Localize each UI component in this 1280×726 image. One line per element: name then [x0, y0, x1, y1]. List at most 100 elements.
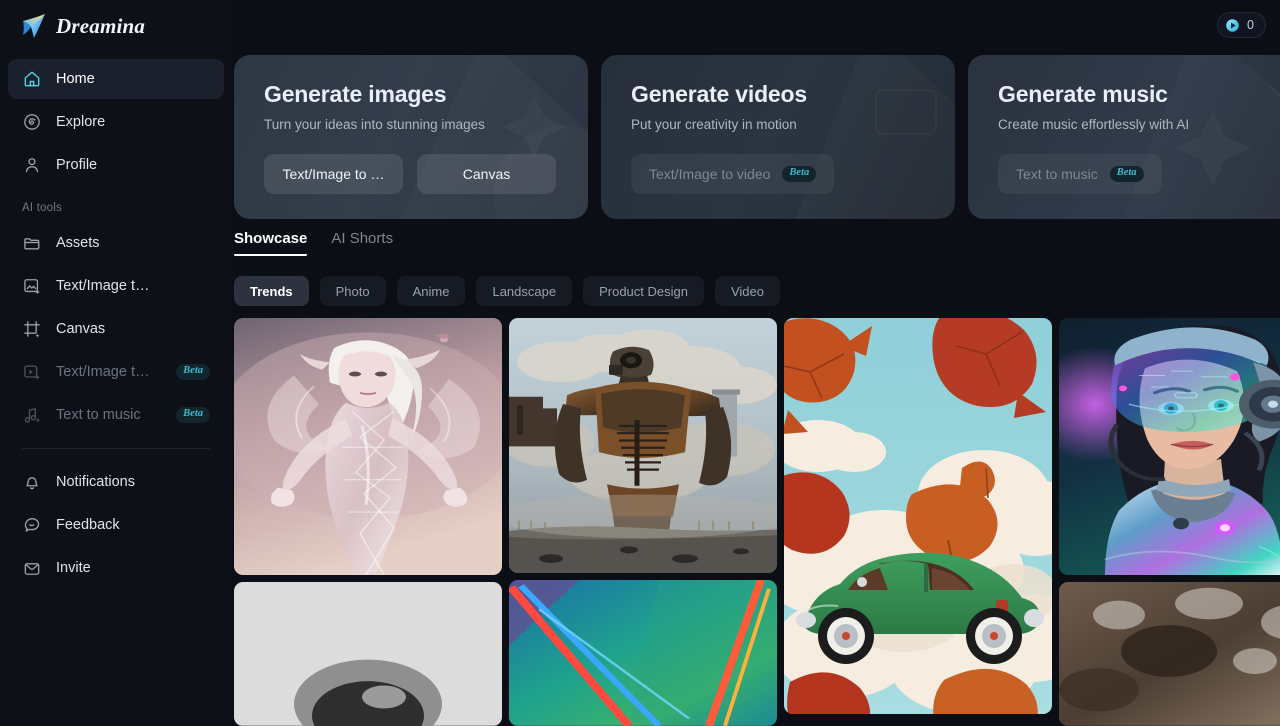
cyberpunk-android-woman-image: [1059, 318, 1280, 576]
beta-badge: Beta: [176, 407, 210, 423]
sidebar-item-label: Notifications: [56, 474, 135, 490]
button-label: Text to music: [1016, 166, 1098, 182]
button-label: Canvas: [462, 166, 511, 182]
rusted-mech-robot-image: [509, 318, 777, 574]
beta-badge: Beta: [782, 166, 817, 182]
filter-chip-photo[interactable]: Photo: [319, 276, 386, 306]
text-image-to-image-button[interactable]: Text/Image to …: [264, 154, 403, 194]
promo-decoration-videos: [601, 55, 955, 219]
promo-card-generate-videos[interactable]: Generate videos Put your creativity in m…: [601, 55, 955, 219]
filter-chip-product-design[interactable]: Product Design: [583, 276, 704, 306]
gallery-card-crystal-woman[interactable]: [234, 318, 502, 576]
chip-label: Video: [730, 283, 764, 299]
promo-decoration-images: [234, 55, 588, 219]
text-to-music-button[interactable]: Text to music Beta: [998, 154, 1162, 194]
sidebar-item-label: Profile: [56, 157, 98, 173]
tab-label: Showcase: [234, 230, 308, 247]
promo-title: Generate videos: [631, 81, 807, 107]
chip-label: Landscape: [492, 283, 557, 299]
sidebar-item-label: Invite: [56, 560, 91, 576]
promo-subtitle: Put your creativity in motion: [631, 117, 797, 132]
compass-icon: [24, 114, 40, 130]
button-label: Text/Image to video: [649, 166, 771, 182]
neon-abstract-gradient-image: [509, 580, 777, 726]
sidebar-item-notifications[interactable]: Notifications: [8, 462, 224, 502]
filter-chip-landscape[interactable]: Landscape: [476, 276, 573, 306]
gallery-card-cyberpunk-android[interactable]: [1059, 318, 1280, 576]
tab-ai-shorts[interactable]: AI Shorts: [331, 230, 393, 256]
sidebar-item-text-image-to-image[interactable]: Text/Image t…: [8, 266, 224, 306]
main-content: 0 Generate images Turn your ideas into s…: [232, 0, 1280, 726]
sidebar-item-profile[interactable]: Profile: [8, 145, 224, 185]
sidebar-divider: [22, 448, 210, 449]
showcase-gallery: [232, 306, 1280, 726]
sidebar-item-label: Assets: [56, 235, 100, 251]
green-car-autumn-leaves-image: [784, 318, 1052, 714]
gallery-card-brown-bokeh[interactable]: [1059, 582, 1280, 726]
envelope-icon: [24, 563, 40, 575]
sidebar-item-feedback[interactable]: Feedback: [8, 505, 224, 545]
filter-chip-trends[interactable]: Trends: [234, 276, 309, 306]
sidebar-item-label: Explore: [56, 114, 106, 130]
filter-chip-video[interactable]: Video: [714, 276, 780, 306]
canvas-frame-icon: [24, 321, 40, 338]
chip-label: Product Design: [599, 283, 688, 299]
content-tabs: Showcase AI Shorts: [232, 220, 1280, 256]
chip-label: Trends: [250, 283, 293, 299]
tab-showcase[interactable]: Showcase: [234, 230, 308, 256]
promo-buttons: Text to music Beta: [998, 154, 1280, 194]
brand-name: Dreamina: [56, 13, 146, 38]
brand[interactable]: Dreamina: [8, 0, 224, 52]
sidebar-item-label: Text/Image t…: [56, 278, 150, 294]
image-sparkle-icon: [24, 279, 40, 295]
sidebar-tools-nav: Assets Text/Image t… Canvas Text/Image t…: [8, 220, 224, 438]
promo-card-row: Generate images Turn your ideas into stu…: [232, 0, 1280, 220]
filter-chip-row: Trends Photo Anime Landscape Product Des…: [232, 256, 1280, 306]
sidebar-item-label: Canvas: [56, 321, 106, 337]
chip-label: Photo: [335, 283, 370, 299]
sidebar-item-label: Home: [56, 71, 95, 87]
chat-icon: [24, 518, 40, 532]
crystal-glass-woman-image: [234, 318, 502, 576]
sidebar-item-label: Text/Image t…: [56, 364, 150, 380]
gallery-column: [784, 318, 1052, 726]
sidebar-item-canvas[interactable]: Canvas: [8, 309, 224, 349]
sidebar-item-assets[interactable]: Assets: [8, 223, 224, 263]
promo-card-generate-images[interactable]: Generate images Turn your ideas into stu…: [234, 55, 588, 219]
gallery-card-neon-abstract[interactable]: [509, 580, 777, 726]
sidebar-item-label: Text to music: [56, 407, 141, 423]
beta-badge: Beta: [176, 364, 210, 380]
promo-card-generate-music[interactable]: Generate music Create music effortlessly…: [968, 55, 1280, 219]
sidebar-item-invite[interactable]: Invite: [8, 548, 224, 588]
video-sparkle-icon: [24, 365, 40, 380]
promo-buttons: Text/Image to video Beta: [631, 154, 955, 194]
gallery-card-mech-robot[interactable]: [509, 318, 777, 574]
sidebar-section-label: AI tools: [22, 202, 62, 214]
promo-subtitle: Create music effortlessly with AI: [998, 117, 1190, 132]
gallery-card-green-car-autumn[interactable]: [784, 318, 1052, 714]
promo-buttons: Text/Image to … Canvas: [264, 154, 588, 194]
credit-coin-icon: [1226, 18, 1239, 32]
folder-icon: [24, 238, 40, 250]
white-object-image: [234, 582, 502, 726]
button-label: Text/Image to …: [282, 166, 385, 182]
home-icon: [24, 71, 40, 87]
sidebar-item-text-to-music[interactable]: Text to music Beta: [8, 395, 224, 435]
credits-count: 0: [1247, 18, 1254, 32]
canvas-button[interactable]: Canvas: [417, 154, 556, 194]
sidebar-item-explore[interactable]: Explore: [8, 102, 224, 142]
text-image-to-video-button[interactable]: Text/Image to video Beta: [631, 154, 835, 194]
filter-chip-anime[interactable]: Anime: [396, 276, 466, 306]
sidebar-bottom-nav: Notifications Feedback Invite: [8, 459, 224, 591]
person-icon: [25, 158, 39, 173]
sidebar-item-label: Feedback: [56, 517, 120, 533]
sidebar-item-home[interactable]: Home: [8, 59, 224, 99]
music-sparkle-icon: [24, 408, 41, 423]
gallery-card-white-object[interactable]: [234, 582, 502, 726]
beta-badge: Beta: [1109, 166, 1144, 182]
sidebar-primary-nav: Home Explore Profile: [8, 56, 224, 188]
gallery-column: [234, 318, 502, 726]
credits-badge[interactable]: 0: [1217, 12, 1266, 38]
gallery-column: [509, 318, 777, 726]
sidebar-item-text-image-to-video[interactable]: Text/Image t… Beta: [8, 352, 224, 392]
